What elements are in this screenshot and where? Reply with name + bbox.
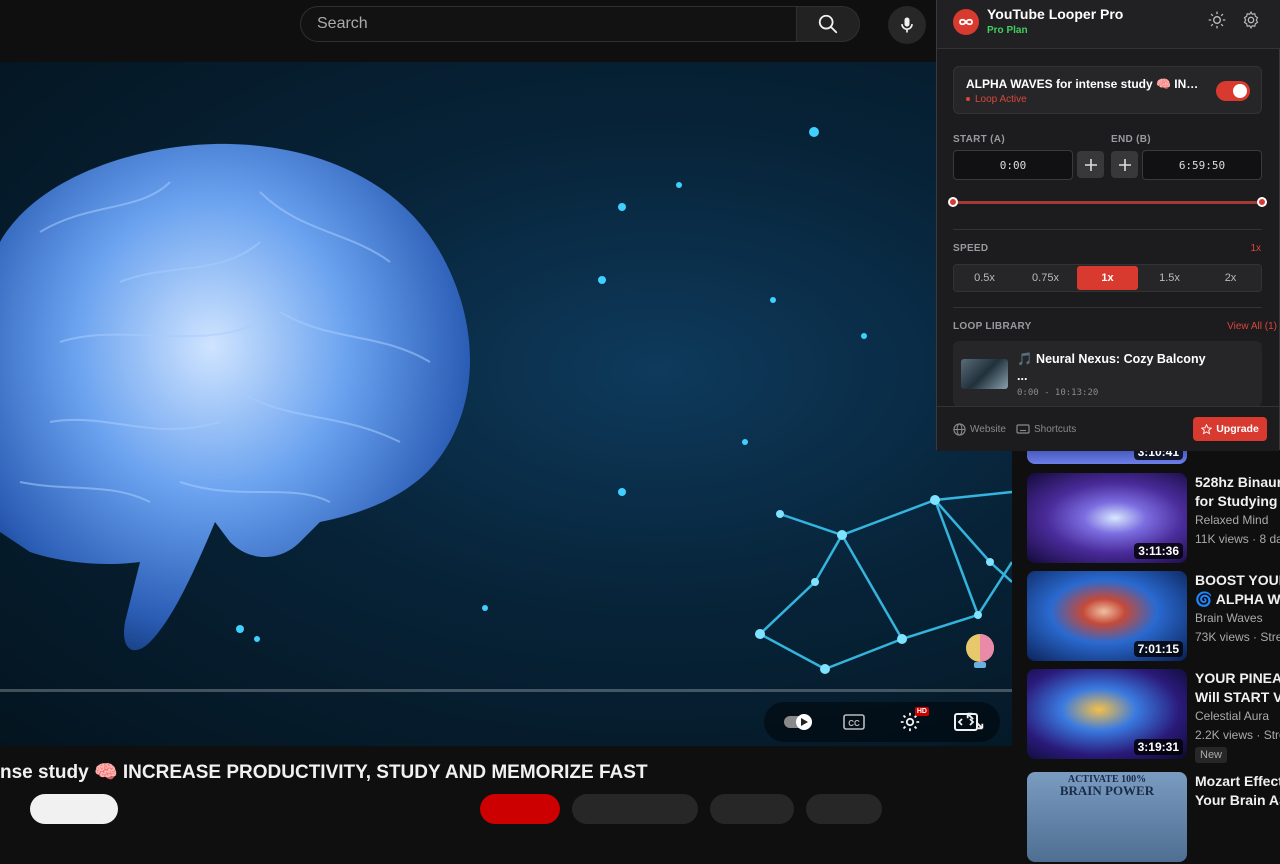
library-thumbnail [961, 359, 1008, 389]
shortcuts-link[interactable]: Shortcuts [1016, 423, 1076, 435]
library-item[interactable]: 🎵 Neural Nexus: Cozy Balcony ... 0:00 - … [953, 341, 1262, 407]
loop-status: Loop Active [966, 94, 1027, 105]
speed-option[interactable]: 0.75x [1015, 265, 1076, 291]
subscribe-button[interactable] [30, 794, 118, 824]
rec-item[interactable]: 3:11:36 528hz Binaurafor Studying ar Rel… [1027, 473, 1280, 565]
start-handle[interactable] [948, 197, 958, 207]
subtitles-button[interactable]: CC [839, 707, 869, 737]
now-playing-card: ALPHA WAVES for intense study 🧠 INCREASE… [953, 66, 1262, 114]
theme-toggle-button[interactable] [1207, 10, 1227, 30]
loop-toggle[interactable] [1216, 81, 1250, 101]
microphone-icon [901, 17, 913, 33]
upgrade-button[interactable]: Upgrade [1193, 417, 1267, 441]
end-time-input[interactable]: 6:59:50 [1142, 150, 1262, 180]
rec-duration: 7:01:15 [1133, 641, 1183, 657]
rec-thumbnail: ACTIVATE 100% BRAIN POWER [1027, 772, 1187, 862]
share-button[interactable] [710, 794, 794, 824]
rec-title: Mozart EffectsYour Brain AS [1195, 773, 1280, 808]
divider [953, 307, 1262, 308]
loop-range-slider[interactable] [953, 201, 1262, 204]
rec-thumbnail: 3:19:31 [1027, 669, 1187, 759]
speed-label: SPEED [953, 243, 989, 254]
set-start-button[interactable] [1077, 151, 1104, 178]
rec-meta: 73K views · Strea [1195, 630, 1280, 644]
gear-icon [1243, 10, 1259, 30]
star-icon [1201, 423, 1213, 435]
speed-option[interactable]: 1.5x [1139, 265, 1200, 291]
infinity-logo-icon [953, 9, 979, 35]
fullscreen-button[interactable] [962, 708, 988, 734]
now-playing-title: ALPHA WAVES for intense study 🧠 INCREASE… [966, 77, 1204, 91]
svg-text:CC: CC [848, 719, 860, 728]
library-label: LOOP LIBRARY [953, 321, 1032, 332]
new-badge: New [1195, 747, 1228, 763]
rec-thumbnail: 7:01:15 [1027, 571, 1187, 661]
plus-icon [1118, 158, 1131, 171]
search-placeholder: Search [317, 15, 368, 32]
library-item-title: 🎵 Neural Nexus: Cozy Balcony ... [1017, 352, 1206, 383]
start-time-input[interactable]: 0:00 [953, 150, 1073, 180]
set-end-button[interactable] [1111, 151, 1138, 178]
rec-item[interactable]: 3:19:31 YOUR PINEALWill START VIE Celest… [1027, 669, 1280, 763]
rec-duration: 3:11:36 [1134, 543, 1183, 559]
view-all-link[interactable]: View All (1) [1227, 321, 1277, 332]
keyboard-icon [1016, 424, 1030, 434]
video-player[interactable]: CC HD [0, 62, 1012, 746]
speed-option[interactable]: 0.5x [954, 265, 1015, 291]
rec-channel: Celestial Aura [1195, 709, 1270, 723]
end-handle[interactable] [1257, 197, 1267, 207]
speed-option-selected[interactable]: 1x [1077, 266, 1138, 290]
settings-button[interactable]: HD [895, 707, 929, 737]
like-button[interactable] [572, 794, 698, 824]
sun-icon [1208, 11, 1226, 29]
hd-badge: HD [914, 707, 929, 716]
search-button[interactable] [796, 6, 860, 42]
autoplay-icon [784, 714, 812, 730]
speed-value: 1x [1250, 243, 1261, 254]
rec-duration: 3:19:31 [1133, 739, 1183, 755]
save-button[interactable] [806, 794, 882, 824]
popup-settings-button[interactable] [1241, 10, 1261, 30]
action-button[interactable] [480, 794, 560, 824]
website-link[interactable]: Website [953, 423, 1006, 436]
app-title: YouTube Looper Pro [987, 6, 1124, 22]
search-bar: Search [300, 6, 860, 42]
toggle-knob [1233, 84, 1247, 98]
library-item-range: 0:00 - 10:13:20 [1017, 388, 1099, 398]
rec-title: BOOST YOUR I🌀 ALPHA WA [1195, 572, 1280, 607]
video-title: nse study 🧠 INCREASE PRODUCTIVITY, STUDY… [0, 762, 648, 783]
rec-meta: 2.2K views · Stre [1195, 728, 1280, 742]
looper-popup: YouTube Looper Pro Pro Plan ALPHA WAVES … [936, 0, 1280, 451]
status-dot-icon [966, 97, 970, 102]
voice-search-button[interactable] [888, 6, 926, 44]
rec-channel: Relaxed Mind [1195, 513, 1269, 527]
progress-bar[interactable] [0, 689, 1012, 692]
divider [953, 229, 1262, 230]
fullscreen-icon [966, 712, 984, 730]
speed-selector: 0.5x 0.75x 1x 1.5x 2x [953, 264, 1262, 292]
end-label: END (B) [1111, 134, 1151, 145]
rec-item[interactable]: ACTIVATE 100% BRAIN POWER Mozart Effects… [1027, 772, 1280, 864]
popup-footer: Website Shortcuts Upgrade [937, 406, 1279, 451]
rec-title: YOUR PINEALWill START VIE [1195, 670, 1280, 705]
rec-thumbnail: 3:11:36 [1027, 473, 1187, 563]
rec-channel: Brain Waves [1195, 611, 1263, 625]
thumb-text: BRAIN POWER [1059, 783, 1155, 798]
rec-meta: 11K views · 8 da [1195, 532, 1280, 546]
video-frame [0, 127, 1012, 674]
globe-icon [953, 423, 966, 436]
plus-icon [1084, 158, 1097, 171]
autoplay-toggle[interactable] [783, 707, 813, 737]
popup-header: YouTube Looper Pro Pro Plan [937, 0, 1280, 49]
rec-title: 528hz Binaurafor Studying ar [1195, 474, 1280, 509]
search-input[interactable]: Search [300, 6, 796, 42]
speed-option[interactable]: 2x [1200, 265, 1261, 291]
closed-captions-icon: CC [843, 714, 865, 730]
rec-item[interactable]: 7:01:15 BOOST YOUR I🌀 ALPHA WA Brain Wav… [1027, 571, 1280, 663]
plan-label: Pro Plan [987, 25, 1028, 36]
start-label: START (A) [953, 134, 1005, 145]
search-icon [818, 14, 838, 34]
